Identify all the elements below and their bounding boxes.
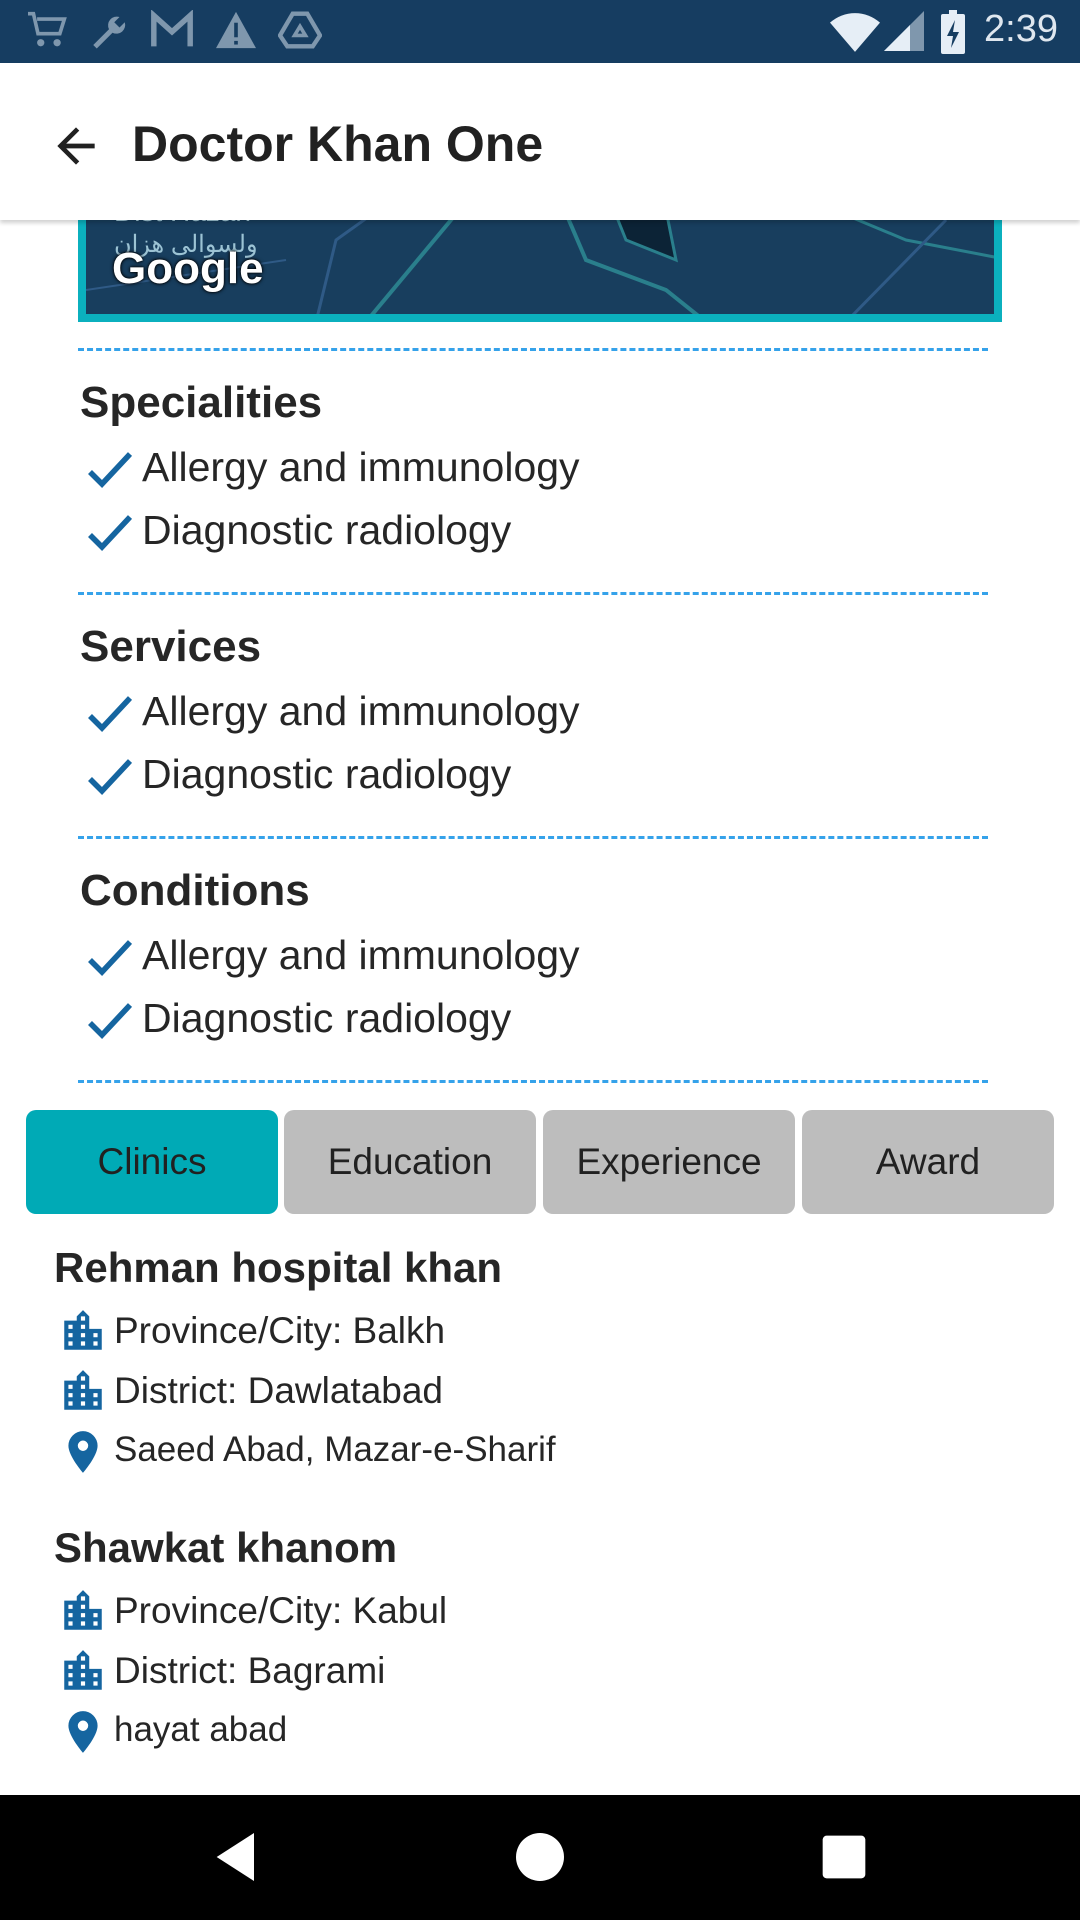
nav-recents-icon[interactable] <box>812 1825 876 1889</box>
clinic-address-text: hayat abad <box>114 1710 288 1749</box>
google-logo: Google <box>112 244 264 293</box>
check-icon <box>88 759 133 796</box>
city-icon <box>64 1590 102 1630</box>
location-pin-icon <box>68 1431 98 1473</box>
city-icon <box>64 1650 102 1690</box>
wrench-icon <box>93 16 126 49</box>
clinic-name: Rehman hospital khan <box>54 1244 503 1291</box>
section-title-services: Services <box>80 622 262 671</box>
status-bar: 2:39 <box>0 0 1080 63</box>
clock: 2:39 <box>984 8 1058 50</box>
section-title-specialities: Specialities <box>80 378 323 427</box>
clinic-district-text: District: Bagrami <box>114 1650 386 1691</box>
arrow-back-icon[interactable] <box>48 118 104 174</box>
clinic-province-text: Province/City: Balkh <box>114 1310 446 1351</box>
clinic-name: Shawkat khanom <box>54 1524 398 1571</box>
divider <box>78 592 988 595</box>
divider <box>78 836 988 839</box>
tab-clinics[interactable]: Clinics <box>26 1110 278 1214</box>
clinic-province-text: Province/City: Kabul <box>114 1590 448 1631</box>
tab-education[interactable]: Education <box>284 1110 536 1214</box>
app-bar: Doctor Khan One <box>0 63 1080 220</box>
warning-icon <box>216 11 256 49</box>
gmail-icon <box>151 10 193 47</box>
section-title-conditions: Conditions <box>80 866 310 915</box>
location-pin-icon <box>68 1711 98 1753</box>
clinic-address-text: Saeed Abad, Mazar-e-Sharif <box>114 1430 556 1469</box>
tab-award[interactable]: Award <box>802 1110 1054 1214</box>
tab-experience[interactable]: Experience <box>543 1110 795 1214</box>
city-icon <box>64 1310 102 1350</box>
clinic-district-text: District: Dawlatabad <box>114 1370 444 1411</box>
cart-icon <box>27 11 67 47</box>
battery-icon <box>941 10 965 54</box>
condition-label: Diagnostic radiology <box>142 995 512 1041</box>
check-icon <box>88 515 133 552</box>
service-label: Diagnostic radiology <box>142 751 512 797</box>
condition-label: Allergy and immunology <box>142 932 580 978</box>
drive-icon <box>278 11 322 49</box>
nav-home-icon[interactable] <box>508 1825 572 1889</box>
tab-bar: Clinics Education Experience Award <box>26 1110 1054 1214</box>
service-label: Allergy and immunology <box>142 688 580 734</box>
nav-back-icon[interactable] <box>206 1825 270 1889</box>
divider <box>78 1080 988 1083</box>
city-icon <box>64 1370 102 1410</box>
system-nav-bar <box>0 1795 1080 1920</box>
speciality-label: Allergy and immunology <box>142 444 580 490</box>
speciality-label: Diagnostic radiology <box>142 507 512 553</box>
check-icon <box>88 452 133 489</box>
signal-icon <box>884 11 924 51</box>
divider <box>78 348 988 351</box>
wifi-icon <box>830 13 880 52</box>
page-title: Doctor Khan One <box>132 116 544 172</box>
check-icon <box>88 940 133 977</box>
check-icon <box>88 696 133 733</box>
check-icon <box>88 1003 133 1040</box>
